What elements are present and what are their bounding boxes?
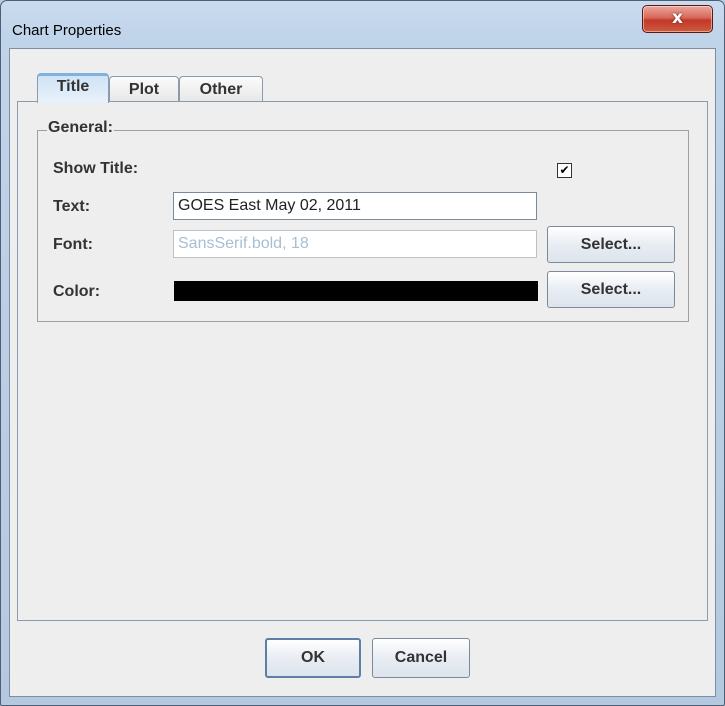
color-select-button[interactable]: Select...: [547, 271, 675, 308]
dialog-title: Chart Properties: [12, 22, 122, 39]
font-select-button[interactable]: Select...: [547, 226, 675, 263]
close-icon: x: [672, 8, 683, 28]
close-button[interactable]: x: [642, 5, 713, 33]
chart-properties-dialog: Chart Properties x Title Plot Other Gene…: [0, 0, 725, 706]
tab-other[interactable]: Other: [179, 76, 263, 103]
show-title-label: Show Title:: [53, 160, 139, 177]
tab-title[interactable]: Title: [37, 73, 109, 103]
cancel-button[interactable]: Cancel: [372, 638, 470, 678]
dialog-content: Title Plot Other General: Show Title: ✔ …: [9, 48, 716, 697]
general-group-title: General:: [47, 119, 114, 137]
tab-plot[interactable]: Plot: [109, 76, 179, 103]
font-field: SansSerif.bold, 18: [173, 230, 537, 258]
ok-button[interactable]: OK: [265, 638, 361, 678]
color-label: Color:: [53, 283, 101, 300]
text-label: Text:: [53, 198, 91, 215]
checkmark-icon: ✔: [559, 163, 570, 177]
title-text-field[interactable]: GOES East May 02, 2011: [173, 192, 537, 220]
show-title-checkbox[interactable]: ✔: [557, 163, 572, 178]
font-label: Font:: [53, 236, 93, 253]
color-swatch[interactable]: [174, 281, 538, 301]
